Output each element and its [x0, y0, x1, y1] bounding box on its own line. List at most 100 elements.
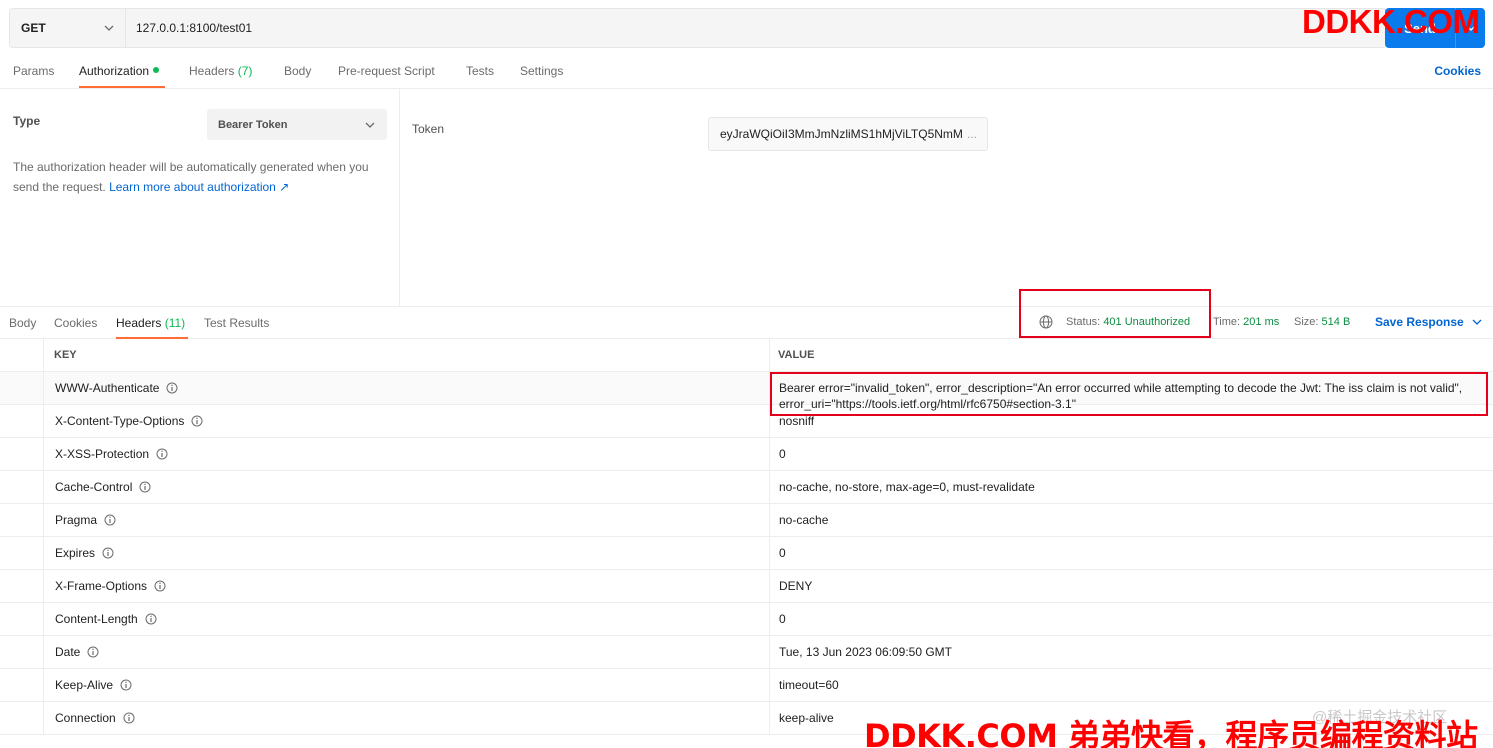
row-gutter: [0, 339, 44, 371]
tab-settings[interactable]: Settings: [520, 64, 563, 78]
value-column-divider: [769, 603, 1493, 635]
response-tabs-bar: Body Cookies Headers (11) Test Results S…: [0, 306, 1493, 339]
table-row[interactable]: X-Frame-Options DENY: [0, 570, 1493, 603]
token-label: Token: [412, 122, 445, 136]
info-icon[interactable]: [87, 646, 99, 658]
info-icon[interactable]: [120, 679, 132, 691]
header-key: Pragma: [55, 513, 116, 527]
row-gutter: [0, 405, 44, 437]
table-row[interactable]: Date Tue, 13 Jun 2023 06:09:50 GMT: [0, 636, 1493, 669]
time-readout[interactable]: Time: 201 ms: [1213, 316, 1279, 328]
value-column-divider: [769, 339, 1493, 371]
tab-label: Test Results: [204, 316, 270, 330]
header-value: 0: [779, 546, 786, 560]
chevron-down-icon: [1472, 319, 1482, 325]
table-row[interactable]: Content-Length 0: [0, 603, 1493, 636]
info-icon[interactable]: [166, 382, 178, 394]
header-value: timeout=60: [779, 678, 839, 692]
tab-params[interactable]: Params: [13, 64, 54, 78]
active-tab-underline: [79, 86, 165, 88]
row-gutter: [0, 537, 44, 569]
tab-label: Headers: [116, 316, 162, 330]
header-key-text: Connection: [55, 711, 116, 725]
header-value: no-cache, no-store, max-age=0, must-reva…: [779, 480, 1035, 494]
header-key: Keep-Alive: [55, 678, 132, 692]
header-key: X-XSS-Protection: [55, 447, 168, 461]
value-column-divider: [769, 438, 1493, 470]
info-icon[interactable]: [139, 481, 151, 493]
save-response-button[interactable]: Save Response: [1375, 315, 1482, 329]
header-value: 0: [779, 612, 786, 626]
token-input[interactable]: eyJraWQiOiI3MmJmNzliMS1hMjViLTQ5NmM ...: [708, 117, 988, 151]
tab-label: Cookies: [54, 316, 98, 330]
resp-tab-headers[interactable]: Headers (11): [116, 316, 185, 330]
info-icon[interactable]: [123, 712, 135, 724]
info-icon[interactable]: [191, 415, 203, 427]
size-label: Size:: [1294, 316, 1319, 328]
time-value: 201 ms: [1243, 316, 1280, 328]
table-row[interactable]: Cache-Control no-cache, no-store, max-age…: [0, 471, 1493, 504]
tab-label: Body: [9, 316, 37, 330]
info-icon[interactable]: [156, 448, 168, 460]
type-label: Type: [13, 114, 41, 128]
tab-headers[interactable]: Headers (7): [189, 64, 252, 78]
save-response-label: Save Response: [1375, 315, 1464, 329]
resp-tab-test-results[interactable]: Test Results: [204, 316, 269, 330]
chevron-down-icon: [103, 22, 115, 34]
header-value: no-cache: [779, 513, 829, 527]
header-key-text: X-Content-Type-Options: [55, 414, 185, 428]
learn-more-link[interactable]: Learn more about authorization ↗: [109, 180, 289, 194]
cookies-link[interactable]: Cookies: [1434, 64, 1481, 78]
tab-body[interactable]: Body: [284, 64, 311, 78]
header-key-text: Keep-Alive: [55, 678, 114, 692]
value-column-divider: [769, 537, 1493, 569]
info-icon[interactable]: [145, 613, 157, 625]
tab-tests[interactable]: Tests: [466, 64, 494, 78]
column-header-value: VALUE: [778, 349, 815, 361]
header-key-text: Pragma: [55, 513, 98, 527]
table-row[interactable]: X-XSS-Protection 0: [0, 438, 1493, 471]
table-row[interactable]: Keep-Alive timeout=60: [0, 669, 1493, 702]
method-select[interactable]: GET: [10, 9, 126, 47]
table-row[interactable]: Pragma no-cache: [0, 504, 1493, 537]
tab-pre-request-script[interactable]: Pre-request Script: [338, 64, 435, 78]
row-gutter: [0, 438, 44, 470]
tab-label: Headers: [189, 64, 235, 78]
tab-label: Settings: [520, 64, 564, 78]
header-key: WWW-Authenticate: [55, 381, 178, 395]
row-gutter: [0, 603, 44, 635]
header-value: nosniff: [779, 414, 815, 428]
header-key: Content-Length: [55, 612, 157, 626]
resp-tab-body[interactable]: Body: [9, 316, 36, 330]
header-key: Cache-Control: [55, 480, 151, 494]
auth-type-value: Bearer Token: [218, 118, 288, 131]
url-input[interactable]: 127.0.0.1:8100/test01: [126, 9, 1386, 47]
header-key-text: Date: [55, 645, 81, 659]
method-label: GET: [21, 21, 46, 35]
size-readout[interactable]: Size: 514 B: [1294, 316, 1350, 328]
row-gutter: [0, 669, 44, 701]
request-tabs: Params Authorization Headers (7) Body Pr…: [0, 56, 1493, 89]
value-column-divider: [769, 669, 1493, 701]
value-column-divider: [769, 570, 1493, 602]
tab-authorization[interactable]: Authorization: [79, 64, 160, 78]
header-key-text: X-Frame-Options: [55, 579, 148, 593]
table-header-row: KEY VALUE: [0, 339, 1493, 372]
resp-tab-cookies[interactable]: Cookies: [54, 316, 97, 330]
tab-label: Pre-request Script: [338, 64, 435, 78]
info-icon[interactable]: [102, 547, 114, 559]
auth-type-select[interactable]: Bearer Token: [207, 109, 387, 140]
status-highlight-box: [1019, 289, 1211, 338]
tab-label: Body: [284, 64, 312, 78]
row-gutter: [0, 504, 44, 536]
row-gutter: [0, 471, 44, 503]
column-header-key: KEY: [54, 349, 77, 361]
table-row[interactable]: Expires 0: [0, 537, 1493, 570]
error-highlight-box: [770, 372, 1488, 416]
header-value: 0: [779, 447, 786, 461]
info-icon[interactable]: [104, 514, 116, 526]
info-icon[interactable]: [154, 580, 166, 592]
header-key: X-Content-Type-Options: [55, 414, 203, 428]
row-gutter: [0, 702, 44, 734]
auth-type-panel: Type Bearer Token The authorization head…: [0, 89, 400, 306]
